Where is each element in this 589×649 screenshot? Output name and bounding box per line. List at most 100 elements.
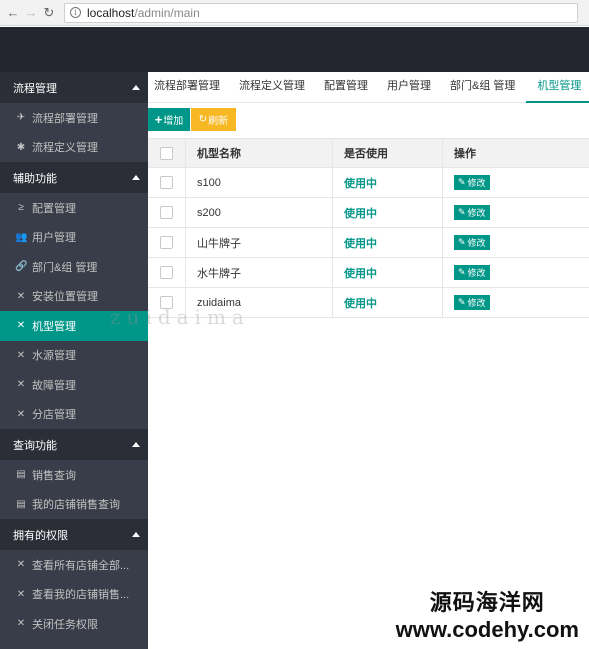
row-checkbox[interactable] [160,206,173,219]
header-action: 操作 [454,148,476,160]
edit-button[interactable]: ✎ 修改 [454,175,490,190]
send-icon: ✈ [16,112,26,124]
table-row: zuidaima 使用中 ✎ 修改 [148,288,589,318]
sidebar-item-label: 机型管理 [32,320,76,333]
sidebar-item-label: 水源管理 [32,350,76,363]
refresh-label: 刷新 [208,116,229,127]
doc-icon: ▤ [16,498,26,510]
add-label: 增加 [163,116,184,127]
tab[interactable]: 用户管理 [387,72,431,103]
tab-bar: 流程部署管理 流程定义管理 配置管理 用户管理 部门&组 管理 机型管理 [148,72,589,103]
sidebar-item[interactable]: ✈ 流程部署管理 [0,103,148,133]
sidebar-item[interactable]: ≥ 配置管理 [0,193,148,223]
tab[interactable]: 流程部署管理 [154,72,220,103]
edit-label: 修改 [467,208,486,218]
top-header [0,27,589,72]
close-icon: ✕ [16,618,26,630]
sidebar-item[interactable]: ✕ 查看我的店铺销售... [0,580,148,610]
use-cell: 使用中 [333,168,443,197]
row-check-cell [148,258,186,287]
sidebar-item[interactable]: ✱ 流程定义管理 [0,133,148,163]
sidebar-item-label: 配置管理 [32,202,76,215]
header-name[interactable]: 机型名称 [186,139,333,167]
sidebar-item[interactable]: ✕ 关闭任务权限 [0,609,148,639]
sidebar-item-label: 我的店铺销售查询 [32,499,120,512]
table-row: 山牛牌子 使用中 ✎ 修改 [148,228,589,258]
sidebar-item[interactable]: ✕ 查看所有店铺全部... [0,550,148,580]
edit-button[interactable]: ✎ 修改 [454,235,490,250]
row-checkbox[interactable] [160,176,173,189]
sidebar-item[interactable]: ✕ 水源管理 [0,341,148,371]
info-icon[interactable]: i [70,7,81,18]
close-icon: ✕ [16,320,26,332]
use-cell: 使用中 [333,228,443,257]
config-icon: ≥ [18,202,24,214]
sidebar-item-label: 用户管理 [32,232,76,245]
sidebar-item-label: 关闭任务权限 [32,618,98,631]
sidebar-item-label: 故障管理 [32,379,76,392]
edit-button[interactable]: ✎ 修改 [454,205,490,220]
brand-url: www.codehy.com [395,617,579,642]
back-icon[interactable]: ← [6,5,20,20]
tab[interactable]: 配置管理 [324,72,368,103]
sidebar-item[interactable]: 👥 用户管理 [0,223,148,253]
sidebar-item[interactable]: ✕ 分店管理 [0,400,148,430]
sidebar-item[interactable]: ▤ 我的店铺销售查询 [0,490,148,520]
use-status: 使用中 [344,237,377,250]
sidebar-item[interactable]: ✕ 机型管理 [0,311,148,341]
row-check-cell [148,288,186,317]
sidebar-item-label: 部门&组 管理 [32,261,98,274]
tab[interactable]: 机型管理 [526,72,589,103]
sidebar-item[interactable]: 🔗 部门&组 管理 [0,252,148,282]
sidebar-item[interactable]: ▤ 销售查询 [0,460,148,490]
sidebar-section-header[interactable]: 拥有的权限 [0,519,148,550]
refresh-icon: ↻ [198,114,208,125]
select-all-checkbox[interactable] [160,146,173,160]
table-row: 水牛牌子 使用中 ✎ 修改 [148,258,589,288]
edit-button[interactable]: ✎ 修改 [454,295,490,310]
url-path: /admin/main [134,5,200,20]
tab[interactable]: 部门&组 管理 [450,72,515,103]
add-button[interactable]: + 增加 [148,108,190,131]
sidebar-item[interactable]: ✕ 安装位置管理 [0,282,148,312]
sidebar-item-label: 销售查询 [32,469,76,482]
sidebar-item-label: 流程部署管理 [32,112,98,125]
pencil-icon: ✎ [458,207,466,217]
sidebar: 流程管理 ✈ 流程部署管理 ✱ 流程定义管理辅助功能 ≥ 配置管理 👥 用户管理 🔗 部门&组 管理… [0,72,148,649]
refresh-button[interactable]: ↻ 刷新 [191,108,236,131]
sidebar-item-label: 安装位置管理 [32,291,98,304]
model-name: s200 [186,198,333,227]
forward-icon[interactable]: → [24,5,38,20]
doc-icon: ▤ [16,469,26,481]
model-name: s100 [186,168,333,197]
edit-label: 修改 [467,268,486,278]
pencil-icon: ✎ [458,267,466,277]
sidebar-section-header[interactable]: 辅助功能 [0,162,148,193]
close-icon: ✕ [16,588,26,600]
use-cell: 使用中 [333,258,443,287]
table-body: s100 使用中 ✎ 修改 s200 使用中 ✎ 修改 山牛牌子 使用中 ✎ 修改 水牛牌子 使用中 ✎ 修改… [148,168,589,318]
edit-button[interactable]: ✎ 修改 [454,265,490,280]
row-check-cell [148,228,186,257]
sidebar-item-label: 分店管理 [32,409,76,422]
tab[interactable]: 流程定义管理 [239,72,305,103]
reload-icon[interactable]: ↻ [42,5,56,20]
sidebar-section-header[interactable]: 查询功能 [0,429,148,460]
action-cell: ✎ 修改 [443,168,589,197]
row-checkbox[interactable] [160,296,173,309]
action-cell: ✎ 修改 [443,198,589,227]
section-title: 辅助功能 [13,172,57,185]
row-checkbox[interactable] [160,266,173,279]
close-icon: ✕ [16,290,26,302]
row-checkbox[interactable] [160,236,173,249]
use-status: 使用中 [344,297,377,310]
header-check-cell [148,139,186,167]
pencil-icon: ✎ [458,177,466,187]
header-use[interactable]: 是否使用 [333,139,443,167]
sidebar-section-header[interactable]: 流程管理 [0,72,148,103]
close-icon: ✕ [16,349,26,361]
address-bar[interactable]: i localhost /admin/main [64,2,578,23]
section-title: 查询功能 [13,439,57,452]
caret-up-icon [132,442,140,447]
sidebar-item[interactable]: ✕ 故障管理 [0,370,148,400]
